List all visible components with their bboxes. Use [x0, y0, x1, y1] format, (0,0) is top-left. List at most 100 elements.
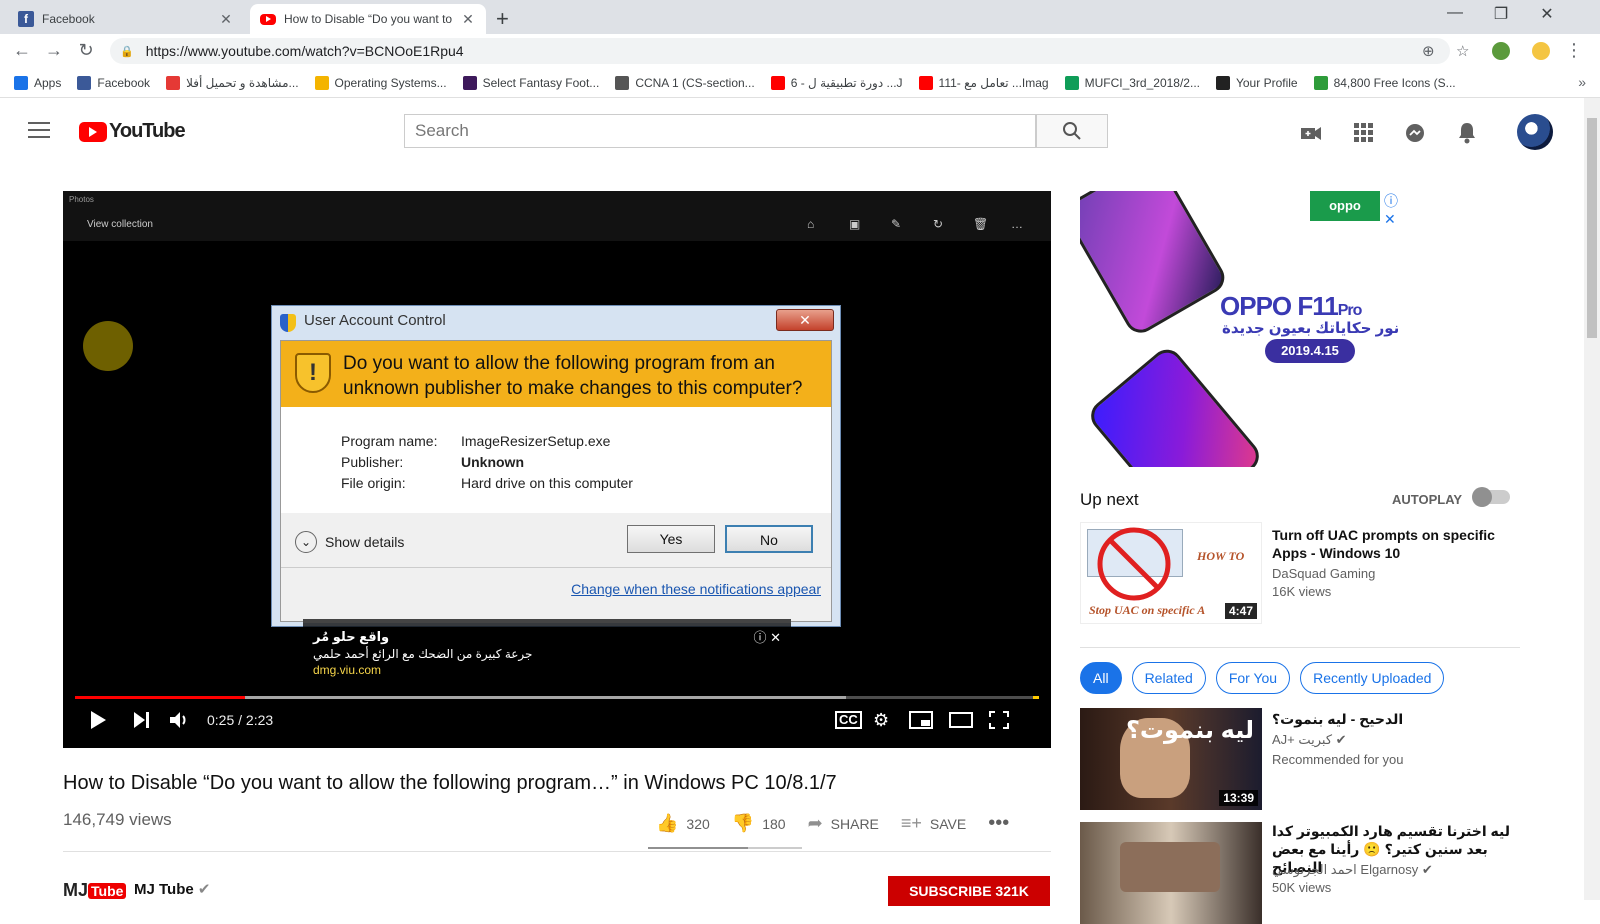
extension-icon[interactable]	[1492, 42, 1510, 60]
tab-facebook[interactable]: f Facebook ✕	[8, 4, 244, 34]
tab-strip: f Facebook ✕ How to Disable “Do you want…	[0, 0, 1600, 34]
miniplayer-icon[interactable]	[909, 705, 933, 735]
view-count: 146,749 views	[63, 810, 172, 829]
zoom-icon[interactable]: ⊕	[1422, 42, 1435, 60]
related-video-title[interactable]: الدحيح - ليه بنموت؟	[1272, 710, 1512, 728]
autoplay-toggle[interactable]	[1472, 487, 1510, 507]
address-bar[interactable]: 🔒 https://www.youtube.com/watch?v=BCNOoE…	[110, 38, 1450, 64]
like-button[interactable]: 👍 320	[656, 813, 710, 834]
video-thumbnail[interactable]: HOW TO Stop UAC on specific A 4:47	[1080, 522, 1262, 624]
ad-close-icon[interactable]: ⓘ ✕	[1384, 191, 1408, 228]
hamburger-menu-icon[interactable]	[28, 122, 50, 143]
next-icon[interactable]	[133, 705, 151, 735]
share-button[interactable]: ➦ SHARE	[808, 813, 879, 834]
verified-icon: ✔	[1335, 732, 1347, 747]
autoplay-label: AUTOPLAY	[1392, 492, 1463, 507]
uac-body: ! Do you want to allow the following pro…	[280, 340, 832, 622]
minimize-button[interactable]: —	[1432, 4, 1478, 22]
site-icon	[166, 75, 181, 90]
filter-chip[interactable]: Recently Uploaded	[1300, 662, 1445, 694]
back-button[interactable]: ←	[10, 40, 34, 61]
messages-icon[interactable]	[1404, 122, 1426, 144]
menu-icon[interactable]: ⋮	[1562, 40, 1586, 61]
bookmark-item[interactable]: Facebook	[77, 75, 150, 90]
bookmark-item[interactable]: 84,800 Free Icons (S...	[1313, 75, 1456, 90]
close-window-button[interactable]: ✕	[1524, 4, 1570, 24]
cursor-highlight	[83, 321, 133, 371]
theater-mode-icon[interactable]	[949, 705, 973, 735]
bookmark-item[interactable]: Select Fantasy Foot...	[462, 75, 599, 90]
played-bar	[75, 696, 245, 699]
filter-chip[interactable]: Related	[1131, 662, 1206, 694]
bookmark-item[interactable]: 6 - دورة تطبيقية ل ...J	[770, 75, 903, 90]
video-thumbnail[interactable]	[1080, 822, 1262, 924]
bookmark-item[interactable]: 111- تعامل مع ...Imag	[918, 75, 1049, 90]
close-tab-icon[interactable]: ✕	[218, 11, 234, 28]
display-ad[interactable]: oppo ⓘ ✕ OPPO F11Pro نور حكاياتك بعيون ج…	[1080, 191, 1408, 467]
profile-emoji-icon[interactable]	[1532, 42, 1550, 60]
scrollbar-thumb[interactable]	[1587, 118, 1597, 338]
progress-bar[interactable]	[75, 696, 1039, 699]
notifications-bell-icon[interactable]	[1456, 122, 1478, 144]
bookmark-item[interactable]: Apps	[14, 75, 61, 90]
settings-gear-icon[interactable]: ⚙	[873, 705, 889, 735]
apps-grid-icon[interactable]	[1352, 122, 1374, 144]
video-thumbnail[interactable]: ليه بنموت؟ 13:39	[1080, 708, 1262, 810]
bookmark-star-icon[interactable]: ☆	[1456, 42, 1469, 60]
uac-close-button: ✕	[776, 309, 834, 331]
dislike-button[interactable]: 👎 180	[732, 813, 786, 834]
filter-chip[interactable]: For You	[1215, 662, 1291, 694]
close-tab-icon[interactable]: ✕	[460, 11, 476, 28]
related-video-channel[interactable]: AJ+ كبريت ✔	[1272, 732, 1347, 748]
bookmark-item[interactable]: Operating Systems...	[314, 75, 447, 90]
subscribe-button[interactable]: SUBSCRIBE 321K	[888, 876, 1050, 906]
uac-warning-banner: ! Do you want to allow the following pro…	[281, 341, 831, 407]
thumbnail-caption: Stop UAC on specific A	[1089, 603, 1206, 617]
play-icon[interactable]	[89, 705, 107, 735]
bookmark-item[interactable]: Your Profile	[1215, 75, 1298, 90]
ad-url[interactable]: dmg.viu.com	[313, 663, 381, 677]
thumbs-up-icon: 👍	[656, 813, 679, 833]
video-player[interactable]: Photos View collection ⌂ ▣ ✎ ↻ 🗑 … User …	[63, 191, 1051, 748]
fullscreen-icon[interactable]	[989, 705, 1009, 735]
bookmark-item[interactable]: مشاهدة و تحميل أفلا...	[166, 75, 299, 90]
overlay-ad[interactable]: واقع حلو مُر جرعة كبيرة من الضحك مع الرا…	[303, 619, 791, 685]
save-label: SAVE	[929, 815, 967, 832]
facebook-icon: f	[18, 11, 34, 27]
avatar[interactable]	[1517, 114, 1553, 150]
search-input[interactable]: Search	[404, 114, 1036, 148]
new-tab-button[interactable]: +	[496, 6, 509, 32]
youtube-logo[interactable]: YouTube	[79, 120, 186, 143]
forward-button[interactable]: →	[42, 40, 66, 61]
reload-button[interactable]: ↻	[74, 40, 98, 61]
channel-logo[interactable]: MJ Tube	[63, 880, 127, 901]
page-scrollbar[interactable]	[1584, 98, 1600, 900]
volume-icon[interactable]	[169, 705, 191, 735]
thumbnail-text: ليه بنموت؟	[1125, 717, 1254, 744]
filter-chip[interactable]: All	[1080, 662, 1122, 694]
time-display: 0:25 / 2:23	[207, 712, 274, 728]
create-video-icon[interactable]	[1300, 122, 1322, 144]
channel-name[interactable]: MJ Tube ✔	[134, 880, 210, 898]
more-actions-icon[interactable]: •••	[988, 812, 1017, 835]
bookmark-item[interactable]: MUFCI_3rd_2018/2...	[1064, 75, 1200, 90]
more-icon: …	[1011, 217, 1023, 231]
uac-question: Do you want to allow the following progr…	[343, 353, 803, 399]
next-video-title[interactable]: Turn off UAC prompts on specific Apps - …	[1272, 526, 1512, 562]
save-button[interactable]: ≡+ SAVE	[901, 813, 966, 834]
share-icon: ⌂	[807, 217, 815, 231]
ad-close-icon[interactable]: ⓘ ✕	[753, 627, 781, 646]
search-button[interactable]	[1036, 114, 1108, 148]
thumbnail-hard-drive	[1120, 842, 1220, 892]
channel-logo-text: MJ	[63, 880, 89, 900]
restore-button[interactable]: ❐	[1478, 4, 1524, 24]
divider	[63, 851, 1051, 852]
captions-icon[interactable]: CC	[835, 705, 862, 735]
bookmark-label: 6 - دورة تطبيقية ل ...J	[790, 75, 903, 90]
youtube-icon	[770, 75, 785, 90]
more-bookmarks-icon[interactable]: »	[1578, 74, 1586, 90]
tab-youtube[interactable]: How to Disable “Do you want to ✕	[250, 4, 486, 34]
related-video-channel[interactable]: احمد الجرنوسي Elgarnosy ✔	[1272, 862, 1433, 878]
bookmark-item[interactable]: CCNA 1 (CS-section...	[615, 75, 755, 90]
next-video-channel[interactable]: DaSquad Gaming	[1272, 566, 1375, 581]
